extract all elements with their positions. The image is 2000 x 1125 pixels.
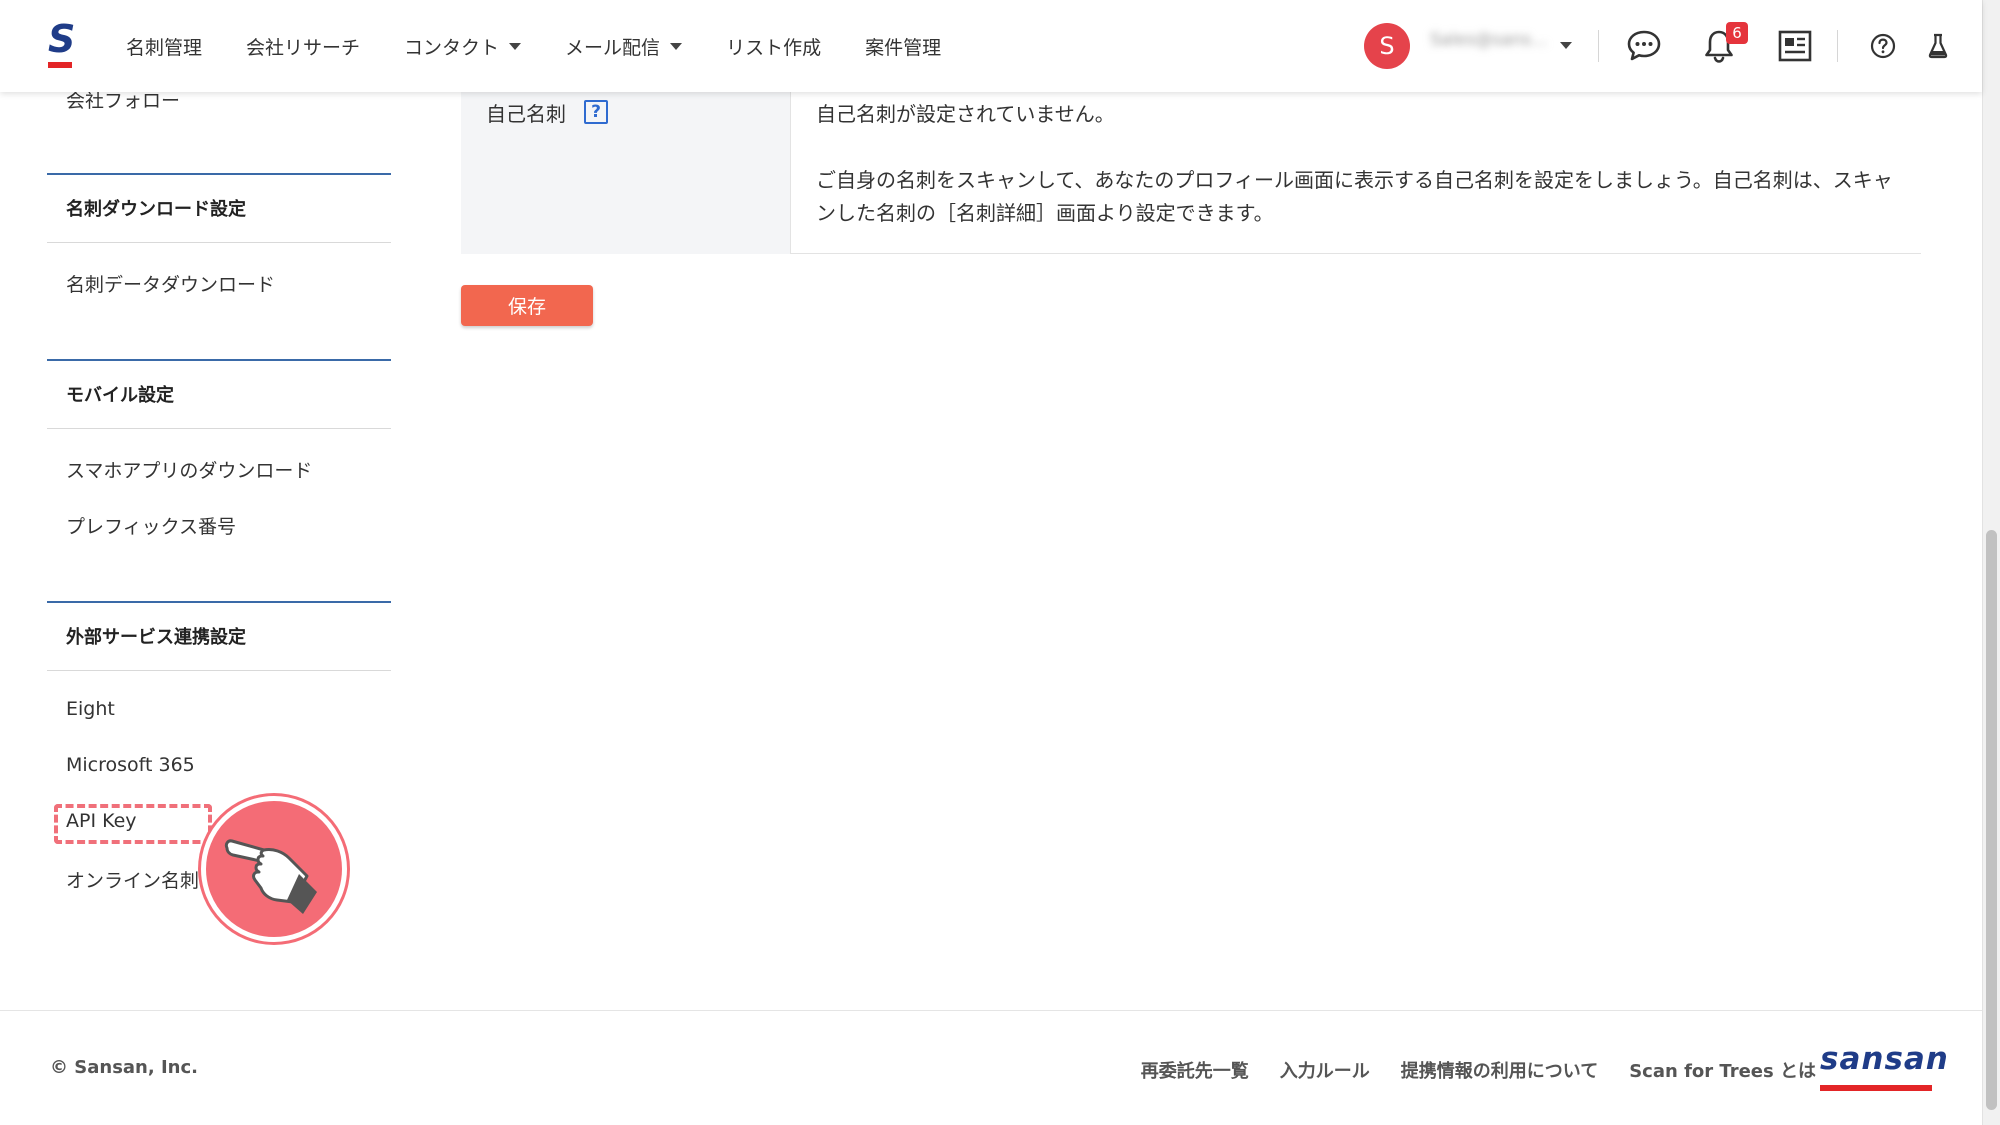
nav-deal-management[interactable]: 案件管理 xyxy=(865,33,941,60)
page-scrollbar[interactable] xyxy=(1982,0,2000,1125)
question-mark-icon[interactable]: ? xyxy=(584,100,608,124)
flask-icon[interactable] xyxy=(1916,24,1960,68)
sidebar-section-card-download: 名刺ダウンロード設定 xyxy=(47,173,391,243)
sidebar-item-eight[interactable]: Eight xyxy=(66,698,115,720)
self-card-setting-row: 自己名刺 ? 自己名刺が設定されていません。 ご自身の名刺をスキャンして、あなた… xyxy=(461,72,1921,254)
help-icon[interactable] xyxy=(1861,24,1905,68)
chat-bubble-icon[interactable] xyxy=(1622,24,1666,68)
sidebar-item-card-data-download[interactable]: 名刺データダウンロード xyxy=(66,270,275,297)
no-self-card-message: 自己名刺が設定されていません。 xyxy=(816,102,1115,126)
sidebar-section-external-services: 外部サービス連携設定 xyxy=(47,601,391,671)
sidebar-section-mobile: モバイル設定 xyxy=(47,359,391,429)
logo-letter: S xyxy=(48,17,76,61)
nav-card-management[interactable]: 名刺管理 xyxy=(126,33,202,60)
scrollbar-thumb[interactable] xyxy=(1986,530,1997,1110)
nav-list-creation[interactable]: リスト作成 xyxy=(726,33,821,60)
nav-contact[interactable]: コンタクト xyxy=(404,33,522,60)
header-divider xyxy=(1837,30,1838,62)
footer-link-scan-for-trees[interactable]: Scan for Trees とは xyxy=(1629,1057,1816,1083)
footer-link-partner-info[interactable]: 提携情報の利用について xyxy=(1401,1057,1598,1083)
caret-down-icon xyxy=(509,42,522,50)
nav-mail-delivery[interactable]: メール配信 xyxy=(565,33,683,60)
nav-label: 案件管理 xyxy=(865,36,942,59)
copyright: © Sansan, Inc. xyxy=(50,1057,198,1078)
logo-underline xyxy=(48,62,72,68)
top-header: S 名刺管理 会社リサーチ コンタクト メール配信 リスト作成 案件管理 S S… xyxy=(0,0,1982,92)
caret-down-icon xyxy=(670,42,683,50)
pointing-hand-icon xyxy=(201,796,347,942)
footer-link-subcontractors[interactable]: 再委託先一覧 xyxy=(1141,1057,1249,1083)
header-divider xyxy=(1598,30,1599,62)
brand-underline xyxy=(1820,1085,1932,1091)
sidebar-item-prefix-number[interactable]: プレフィックス番号 xyxy=(66,512,236,539)
page-footer: © Sansan, Inc. 再委託先一覧 入力ルール 提携情報の利用について … xyxy=(0,1010,1982,1125)
sansan-logo[interactable]: S xyxy=(46,17,76,68)
sansan-brand-logo[interactable]: sansan xyxy=(1820,1041,1949,1077)
nav-label: 会社リサーチ xyxy=(246,36,361,59)
save-button[interactable]: 保存 xyxy=(461,285,593,326)
nav-label: 名刺管理 xyxy=(126,36,203,59)
sidebar-item-app-download[interactable]: スマホアプリのダウンロード xyxy=(66,456,312,483)
section-title: 外部サービス連携設定 xyxy=(66,627,246,648)
nav-label: リスト作成 xyxy=(726,36,822,59)
user-name[interactable]: Sales@sans... xyxy=(1430,30,1550,54)
field-label: 自己名刺 xyxy=(486,102,566,126)
section-title: モバイル設定 xyxy=(66,385,174,406)
nav-company-research[interactable]: 会社リサーチ xyxy=(246,33,360,60)
sidebar-item-microsoft-365[interactable]: Microsoft 365 xyxy=(66,754,195,776)
nav-label: メール配信 xyxy=(565,36,661,59)
business-card-icon[interactable] xyxy=(1773,24,1817,68)
field-label-cell: 自己名刺 ? xyxy=(461,72,791,254)
self-card-instructions: ご自身の名刺をスキャンして、あなたのプロフィール画面に表示する自己名刺を設定をし… xyxy=(816,168,1893,225)
api-key-highlight xyxy=(54,804,212,844)
nav-label: コンタクト xyxy=(404,36,500,59)
notification-badge: 6 xyxy=(1726,22,1748,44)
footer-link-input-rules[interactable]: 入力ルール xyxy=(1280,1057,1370,1083)
user-avatar[interactable]: S xyxy=(1364,23,1410,69)
footer-links: 再委託先一覧 入力ルール 提携情報の利用について Scan for Trees … xyxy=(1110,1057,1816,1083)
main-nav: 名刺管理 会社リサーチ コンタクト メール配信 リスト作成 案件管理 xyxy=(104,0,963,92)
section-title: 名刺ダウンロード設定 xyxy=(66,199,246,220)
user-menu-caret-icon[interactable] xyxy=(1560,42,1572,49)
